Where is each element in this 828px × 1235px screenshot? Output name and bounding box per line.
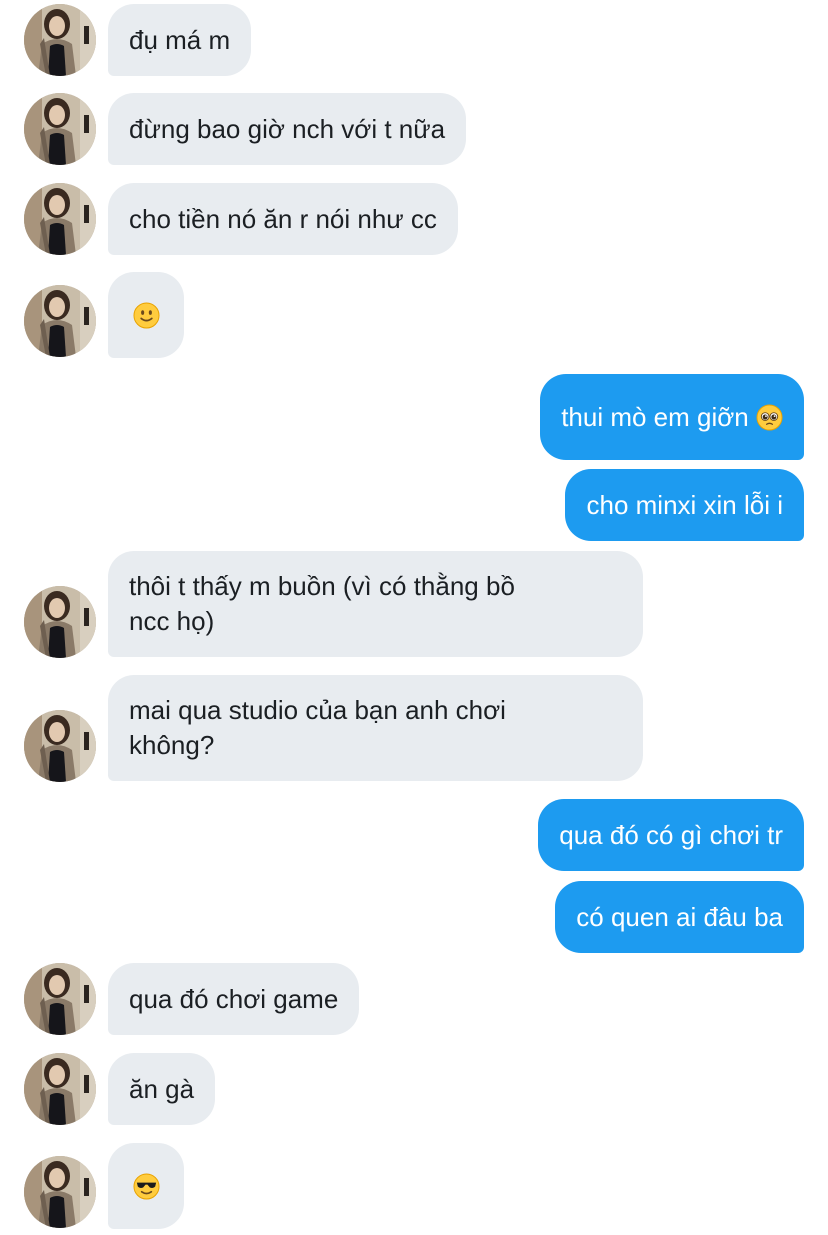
incoming-message-bubble[interactable]: đừng bao giờ nch với t nữa bbox=[108, 93, 467, 165]
chat-thread[interactable]: đụ má m đừng bao giờ nch với t nữa cho t… bbox=[0, 0, 828, 1235]
message-line: ncc họ) bbox=[129, 606, 215, 636]
avatar[interactable] bbox=[24, 586, 96, 658]
message-text: thui mò em giỡn bbox=[561, 401, 749, 432]
incoming-message-bubble[interactable]: mai qua studio của bạn anh chơi không? bbox=[108, 675, 643, 781]
message-text: ăn gà bbox=[129, 1073, 195, 1104]
message-text: đừng bao giờ nch với t nữa bbox=[129, 113, 446, 144]
message-line: thui mò em giỡn bbox=[561, 400, 783, 435]
outgoing-message-bubble[interactable]: thui mò em giỡn bbox=[540, 374, 804, 460]
smiling-face-with-sunglasses-icon bbox=[132, 1172, 160, 1200]
message-text: cho minxi xin lỗi i bbox=[586, 489, 783, 520]
avatar[interactable] bbox=[24, 93, 96, 165]
pleading-face-icon bbox=[756, 403, 783, 431]
incoming-message-bubble[interactable]: ăn gà bbox=[108, 1053, 216, 1125]
avatar[interactable] bbox=[24, 710, 96, 782]
outgoing-message-bubble[interactable]: cho minxi xin lỗi i bbox=[565, 469, 804, 541]
message-text: qua đó chơi game bbox=[129, 983, 339, 1014]
message-text: đụ má m bbox=[129, 24, 231, 55]
avatar[interactable] bbox=[24, 963, 96, 1035]
incoming-message-bubble[interactable]: thôi t thấy m buồn (vì có thằng bồ ncc h… bbox=[108, 551, 643, 657]
avatar[interactable] bbox=[24, 183, 96, 255]
message-line: không? bbox=[129, 730, 215, 760]
message-text: qua đó có gì chơi tr bbox=[559, 819, 783, 850]
slightly-smiling-face-icon bbox=[132, 301, 160, 329]
message-text: có quen ai đâu ba bbox=[576, 901, 783, 932]
message-line: thôi t thấy m buồn (vì có thằng bồ bbox=[129, 571, 515, 601]
message-line: mai qua studio của bạn anh chơi bbox=[129, 695, 506, 725]
incoming-message-bubble[interactable] bbox=[108, 1143, 184, 1229]
avatar[interactable] bbox=[24, 1053, 96, 1125]
incoming-message-bubble[interactable]: đụ má m bbox=[108, 4, 252, 76]
incoming-message-bubble[interactable]: cho tiền nó ăn r nói như cc bbox=[108, 183, 458, 255]
avatar[interactable] bbox=[24, 1156, 96, 1228]
message-text: cho tiền nó ăn r nói như cc bbox=[129, 203, 437, 234]
avatar[interactable] bbox=[24, 285, 96, 357]
avatar[interactable] bbox=[24, 4, 96, 76]
outgoing-message-bubble[interactable]: có quen ai đâu ba bbox=[555, 881, 804, 953]
incoming-message-bubble[interactable] bbox=[108, 272, 184, 358]
outgoing-message-bubble[interactable]: qua đó có gì chơi tr bbox=[538, 799, 804, 871]
incoming-message-bubble[interactable]: qua đó chơi game bbox=[108, 963, 360, 1035]
